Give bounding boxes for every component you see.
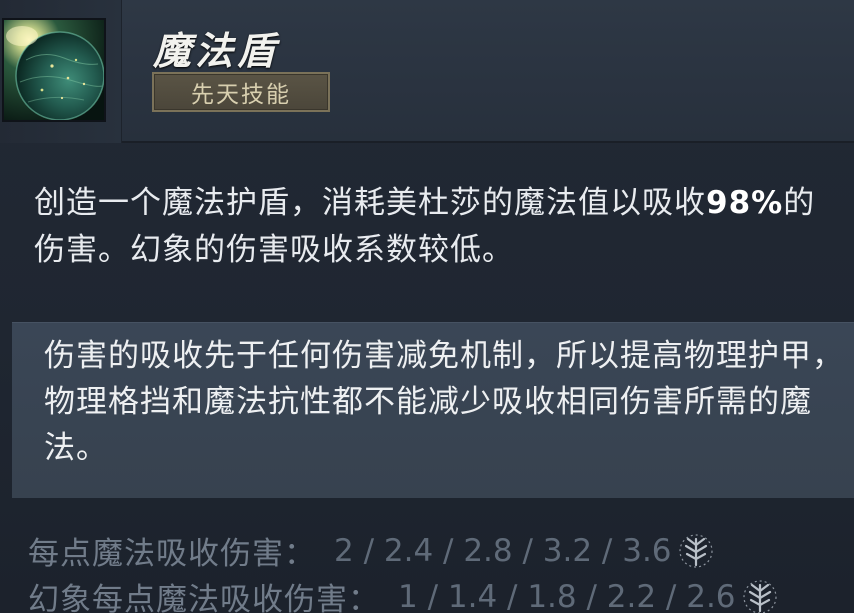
stat-row-damage-per-mana: 每点魔法吸收伤害： 2 / 2.4 / 2.8 / 3.2 / 3.6: [28, 528, 714, 573]
description-part-1: 创造一个魔法护盾，消耗美杜莎的魔法值以吸收: [34, 185, 706, 221]
ability-note-text: 伤害的吸收先于任何伤害减免机制，所以提高物理护甲，物理格挡和魔法抗性都不能减少吸…: [44, 338, 844, 466]
stat-label: 每点魔法吸收伤害：: [28, 536, 316, 572]
mana-shield-orb-icon[interactable]: [2, 18, 106, 122]
mana-shield-orb-graphic: [4, 20, 104, 120]
ability-title: 魔法盾: [153, 28, 280, 73]
innate-ability-badge: 先天技能: [152, 72, 330, 112]
ability-description: 创造一个魔法护盾，消耗美杜莎的魔法值以吸收98%的伤害。幻象的伤害吸收系数较低。: [34, 180, 834, 274]
ability-tooltip: 魔法盾 先天技能 创造一个魔法护盾，消耗美杜莎的魔法值以吸收98%的伤害。幻象的…: [0, 0, 854, 613]
tooltip-header: 魔法盾 先天技能: [0, 0, 854, 143]
stat-values: 2 / 2.4 / 2.8 / 3.2 / 3.6: [334, 532, 672, 569]
stat-values: 1 / 1.4 / 1.8 / 2.2 / 2.6: [398, 578, 736, 613]
absorb-percent: 98%: [706, 185, 784, 221]
aghanims-tree-icon: [678, 533, 713, 568]
stat-row-illusion-damage-per-mana: 幻象每点魔法吸收伤害： 1 / 1.4 / 1.8 / 2.2 / 2.6: [28, 574, 778, 613]
stat-label: 幻象每点魔法吸收伤害：: [28, 582, 380, 613]
aghanims-tree-icon: [742, 579, 777, 613]
ability-note-panel: 伤害的吸收先于任何伤害减免机制，所以提高物理护甲，物理格挡和魔法抗性都不能减少吸…: [12, 322, 854, 498]
